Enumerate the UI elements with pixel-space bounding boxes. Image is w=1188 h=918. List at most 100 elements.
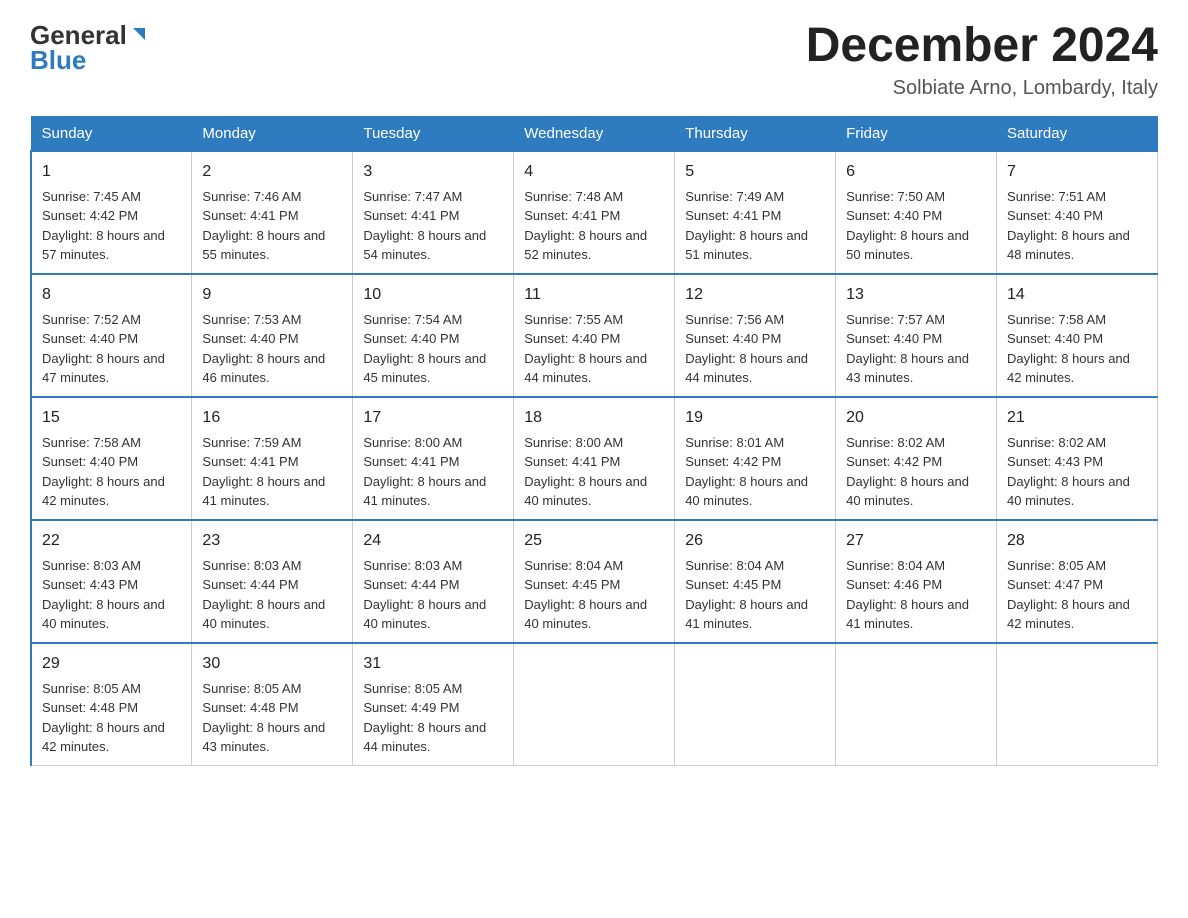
calendar-cell: 18 Sunrise: 8:00 AMSunset: 4:41 PMDaylig… xyxy=(514,397,675,520)
calendar-cell: 8 Sunrise: 7:52 AMSunset: 4:40 PMDayligh… xyxy=(31,274,192,397)
day-number: 6 xyxy=(846,160,986,184)
day-number: 15 xyxy=(42,406,181,430)
calendar-cell: 1 Sunrise: 7:45 AMSunset: 4:42 PMDayligh… xyxy=(31,151,192,274)
calendar-subtitle: Solbiate Arno, Lombardy, Italy xyxy=(806,77,1158,100)
day-info: Sunrise: 8:01 AMSunset: 4:42 PMDaylight:… xyxy=(685,435,808,509)
day-info: Sunrise: 8:00 AMSunset: 4:41 PMDaylight:… xyxy=(363,435,486,509)
logo: General Blue xyxy=(30,20,149,76)
calendar-cell: 14 Sunrise: 7:58 AMSunset: 4:40 PMDaylig… xyxy=(997,274,1158,397)
day-info: Sunrise: 8:05 AMSunset: 4:47 PMDaylight:… xyxy=(1007,558,1130,632)
calendar-week-row: 1 Sunrise: 7:45 AMSunset: 4:42 PMDayligh… xyxy=(31,151,1158,274)
day-number: 8 xyxy=(42,283,181,307)
day-info: Sunrise: 7:52 AMSunset: 4:40 PMDaylight:… xyxy=(42,312,165,386)
calendar-cell: 19 Sunrise: 8:01 AMSunset: 4:42 PMDaylig… xyxy=(675,397,836,520)
day-number: 3 xyxy=(363,160,503,184)
day-number: 22 xyxy=(42,529,181,553)
col-saturday: Saturday xyxy=(997,116,1158,151)
day-info: Sunrise: 8:05 AMSunset: 4:49 PMDaylight:… xyxy=(363,681,486,755)
calendar-cell xyxy=(675,643,836,766)
col-friday: Friday xyxy=(836,116,997,151)
day-number: 17 xyxy=(363,406,503,430)
calendar-header-row: Sunday Monday Tuesday Wednesday Thursday… xyxy=(31,116,1158,151)
col-wednesday: Wednesday xyxy=(514,116,675,151)
day-info: Sunrise: 7:51 AMSunset: 4:40 PMDaylight:… xyxy=(1007,189,1130,263)
day-number: 20 xyxy=(846,406,986,430)
calendar-cell xyxy=(836,643,997,766)
day-info: Sunrise: 7:53 AMSunset: 4:40 PMDaylight:… xyxy=(202,312,325,386)
day-number: 23 xyxy=(202,529,342,553)
day-number: 1 xyxy=(42,160,181,184)
logo-blue-text: Blue xyxy=(30,45,86,76)
day-info: Sunrise: 8:04 AMSunset: 4:46 PMDaylight:… xyxy=(846,558,969,632)
day-info: Sunrise: 8:03 AMSunset: 4:44 PMDaylight:… xyxy=(202,558,325,632)
day-info: Sunrise: 7:56 AMSunset: 4:40 PMDaylight:… xyxy=(685,312,808,386)
calendar-cell: 9 Sunrise: 7:53 AMSunset: 4:40 PMDayligh… xyxy=(192,274,353,397)
calendar-cell: 24 Sunrise: 8:03 AMSunset: 4:44 PMDaylig… xyxy=(353,520,514,643)
day-number: 29 xyxy=(42,652,181,676)
day-number: 7 xyxy=(1007,160,1147,184)
calendar-cell: 15 Sunrise: 7:58 AMSunset: 4:40 PMDaylig… xyxy=(31,397,192,520)
calendar-cell: 21 Sunrise: 8:02 AMSunset: 4:43 PMDaylig… xyxy=(997,397,1158,520)
day-number: 16 xyxy=(202,406,342,430)
calendar-cell xyxy=(514,643,675,766)
day-number: 11 xyxy=(524,283,664,307)
day-number: 26 xyxy=(685,529,825,553)
calendar-week-row: 22 Sunrise: 8:03 AMSunset: 4:43 PMDaylig… xyxy=(31,520,1158,643)
calendar-week-row: 15 Sunrise: 7:58 AMSunset: 4:40 PMDaylig… xyxy=(31,397,1158,520)
day-info: Sunrise: 7:48 AMSunset: 4:41 PMDaylight:… xyxy=(524,189,647,263)
day-number: 28 xyxy=(1007,529,1147,553)
day-info: Sunrise: 7:45 AMSunset: 4:42 PMDaylight:… xyxy=(42,189,165,263)
day-info: Sunrise: 7:54 AMSunset: 4:40 PMDaylight:… xyxy=(363,312,486,386)
calendar-week-row: 8 Sunrise: 7:52 AMSunset: 4:40 PMDayligh… xyxy=(31,274,1158,397)
day-info: Sunrise: 8:02 AMSunset: 4:42 PMDaylight:… xyxy=(846,435,969,509)
day-info: Sunrise: 8:04 AMSunset: 4:45 PMDaylight:… xyxy=(685,558,808,632)
calendar-week-row: 29 Sunrise: 8:05 AMSunset: 4:48 PMDaylig… xyxy=(31,643,1158,766)
day-number: 19 xyxy=(685,406,825,430)
col-thursday: Thursday xyxy=(675,116,836,151)
day-number: 24 xyxy=(363,529,503,553)
calendar-cell: 6 Sunrise: 7:50 AMSunset: 4:40 PMDayligh… xyxy=(836,151,997,274)
day-info: Sunrise: 7:58 AMSunset: 4:40 PMDaylight:… xyxy=(1007,312,1130,386)
day-info: Sunrise: 7:58 AMSunset: 4:40 PMDaylight:… xyxy=(42,435,165,509)
calendar-title: December 2024 xyxy=(806,20,1158,73)
calendar-cell: 28 Sunrise: 8:05 AMSunset: 4:47 PMDaylig… xyxy=(997,520,1158,643)
day-info: Sunrise: 7:46 AMSunset: 4:41 PMDaylight:… xyxy=(202,189,325,263)
day-number: 27 xyxy=(846,529,986,553)
day-number: 4 xyxy=(524,160,664,184)
day-number: 2 xyxy=(202,160,342,184)
calendar-cell: 31 Sunrise: 8:05 AMSunset: 4:49 PMDaylig… xyxy=(353,643,514,766)
day-info: Sunrise: 7:59 AMSunset: 4:41 PMDaylight:… xyxy=(202,435,325,509)
day-info: Sunrise: 7:57 AMSunset: 4:40 PMDaylight:… xyxy=(846,312,969,386)
calendar-cell: 23 Sunrise: 8:03 AMSunset: 4:44 PMDaylig… xyxy=(192,520,353,643)
day-number: 10 xyxy=(363,283,503,307)
calendar-cell: 22 Sunrise: 8:03 AMSunset: 4:43 PMDaylig… xyxy=(31,520,192,643)
day-info: Sunrise: 8:03 AMSunset: 4:44 PMDaylight:… xyxy=(363,558,486,632)
calendar-cell: 25 Sunrise: 8:04 AMSunset: 4:45 PMDaylig… xyxy=(514,520,675,643)
calendar-cell: 12 Sunrise: 7:56 AMSunset: 4:40 PMDaylig… xyxy=(675,274,836,397)
day-info: Sunrise: 8:05 AMSunset: 4:48 PMDaylight:… xyxy=(42,681,165,755)
calendar-cell: 27 Sunrise: 8:04 AMSunset: 4:46 PMDaylig… xyxy=(836,520,997,643)
day-info: Sunrise: 7:55 AMSunset: 4:40 PMDaylight:… xyxy=(524,312,647,386)
title-block: December 2024 Solbiate Arno, Lombardy, I… xyxy=(806,20,1158,100)
day-info: Sunrise: 8:04 AMSunset: 4:45 PMDaylight:… xyxy=(524,558,647,632)
calendar-table: Sunday Monday Tuesday Wednesday Thursday… xyxy=(30,116,1158,766)
day-number: 9 xyxy=(202,283,342,307)
day-number: 21 xyxy=(1007,406,1147,430)
calendar-cell: 20 Sunrise: 8:02 AMSunset: 4:42 PMDaylig… xyxy=(836,397,997,520)
calendar-cell: 11 Sunrise: 7:55 AMSunset: 4:40 PMDaylig… xyxy=(514,274,675,397)
calendar-cell: 3 Sunrise: 7:47 AMSunset: 4:41 PMDayligh… xyxy=(353,151,514,274)
day-number: 5 xyxy=(685,160,825,184)
day-number: 18 xyxy=(524,406,664,430)
logo-triangle-icon xyxy=(129,24,149,49)
calendar-cell: 7 Sunrise: 7:51 AMSunset: 4:40 PMDayligh… xyxy=(997,151,1158,274)
day-number: 30 xyxy=(202,652,342,676)
day-info: Sunrise: 8:03 AMSunset: 4:43 PMDaylight:… xyxy=(42,558,165,632)
col-sunday: Sunday xyxy=(31,116,192,151)
day-info: Sunrise: 7:49 AMSunset: 4:41 PMDaylight:… xyxy=(685,189,808,263)
day-number: 25 xyxy=(524,529,664,553)
col-tuesday: Tuesday xyxy=(353,116,514,151)
day-number: 12 xyxy=(685,283,825,307)
day-info: Sunrise: 8:05 AMSunset: 4:48 PMDaylight:… xyxy=(202,681,325,755)
calendar-cell: 13 Sunrise: 7:57 AMSunset: 4:40 PMDaylig… xyxy=(836,274,997,397)
calendar-cell: 30 Sunrise: 8:05 AMSunset: 4:48 PMDaylig… xyxy=(192,643,353,766)
